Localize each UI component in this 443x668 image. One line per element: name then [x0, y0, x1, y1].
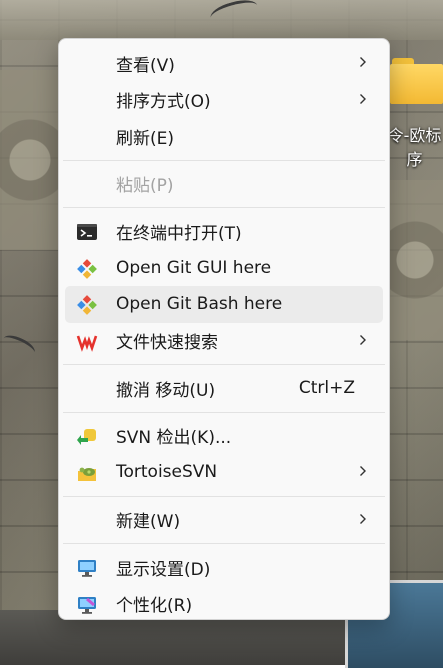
menu-item-label: 排序方式(O) [116, 92, 211, 113]
terminal-icon [76, 221, 98, 243]
wps-icon [76, 331, 98, 353]
menu-item-g1-i0: 粘贴(P) [65, 166, 383, 203]
menu-item-terminal[interactable]: 在终端中打开(T) [65, 213, 383, 250]
chevron-right-icon [359, 511, 367, 527]
folder-body [390, 64, 443, 104]
tortoisesvn-icon [76, 462, 98, 484]
menu-item-git-bash[interactable]: Open Git Bash here [65, 286, 383, 323]
menu-item-label: SVN 检出(K)... [116, 428, 232, 449]
menu-item-label: Open Git Bash here [116, 294, 283, 315]
svn-checkout-icon [76, 426, 98, 448]
wallpaper-carving-right [389, 180, 443, 340]
menu-separator [63, 207, 385, 208]
git-bash-icon [76, 294, 98, 316]
menu-separator [63, 159, 385, 161]
menu-separator [63, 543, 385, 544]
menu-item-label: 粘贴(P) [116, 176, 174, 197]
desktop-folder-label[interactable]: 令-欧标 序 [386, 124, 443, 172]
chevron-right-icon [359, 332, 367, 348]
menu-item-g0-i2[interactable]: 刷新(E) [65, 118, 383, 155]
menu-item-display-settings[interactable]: 显示设置(D) [65, 549, 383, 586]
menu-item-wps[interactable]: 文件快速搜索 [65, 323, 383, 360]
menu-item-label: TortoiseSVN [116, 462, 218, 483]
menu-item-label: 个性化(R) [116, 596, 193, 617]
menu-item-tortoisesvn[interactable]: TortoiseSVN [65, 454, 383, 491]
menu-item-g0-i0[interactable]: 查看(V) [65, 45, 383, 82]
menu-item-svn-checkout[interactable]: SVN 检出(K)... [65, 418, 383, 455]
menu-item-label: 新建(W) [116, 512, 181, 533]
menu-item-label: 刷新(E) [116, 128, 175, 149]
chevron-right-icon [359, 54, 367, 70]
menu-separator [63, 364, 385, 365]
menu-item-label: Open Git GUI here [116, 257, 272, 278]
chevron-right-icon [359, 91, 367, 107]
display-settings-icon [76, 557, 98, 579]
menu-item-label: 显示设置(D) [116, 559, 211, 580]
menu-item-g5-i0[interactable]: 新建(W) [65, 502, 383, 539]
menu-item-shortcut: Ctrl+Z [298, 378, 355, 399]
menu-separator [63, 495, 385, 497]
desktop-context-menu: 查看(V) 排序方式(O) 刷新(E) 粘贴(P) 在终端中打开(T) Open Git … [58, 38, 390, 620]
wallpaper-carving-left [0, 70, 58, 250]
menu-item-label: 查看(V) [116, 55, 175, 76]
menu-item-g0-i1[interactable]: 排序方式(O) [65, 82, 383, 119]
menu-item-git-gui[interactable]: Open Git GUI here [65, 250, 383, 287]
git-gui-icon [76, 258, 98, 280]
desktop-folder-icon[interactable] [390, 58, 443, 104]
menu-item-label: 文件快速搜索 [116, 333, 218, 354]
menu-separator [63, 411, 385, 413]
menu-item-label: 在终端中打开(T) [116, 223, 242, 244]
personalization-icon [76, 594, 98, 616]
menu-item-label: 撤消 移动(U) [116, 380, 216, 401]
menu-item-personalization[interactable]: 个性化(R) [65, 586, 383, 623]
menu-item-g3-i0[interactable]: 撤消 移动(U) Ctrl+Z [65, 370, 383, 407]
chevron-right-icon [359, 463, 367, 479]
